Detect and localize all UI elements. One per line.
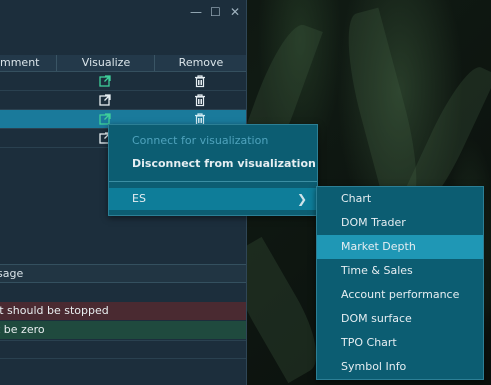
table-row[interactable] — [0, 91, 246, 110]
submenu-item-label: Account performance — [341, 288, 460, 301]
visualization-submenu: Chart DOM Trader Market Depth Time & Sales A… — [316, 186, 484, 380]
log-message-text: It should be stopped — [0, 304, 109, 317]
instrument-submenu-item[interactable]: ES ❯ — [109, 188, 317, 210]
submenu-item-label: Market Depth — [341, 240, 416, 253]
column-message[interactable]: sage — [0, 267, 23, 280]
column-comment[interactable]: mment — [0, 55, 56, 71]
submenu-item-market-depth[interactable]: Market Depth — [317, 235, 483, 259]
trash-icon[interactable] — [193, 93, 207, 107]
close-button[interactable]: ✕ — [230, 6, 240, 18]
submenu-item-label: TPO Chart — [341, 336, 397, 349]
submenu-item-dom-surface[interactable]: DOM surface — [317, 307, 483, 331]
disconnect-from-visualization-item[interactable]: Disconnect from visualization — [109, 153, 317, 175]
trash-icon[interactable] — [193, 74, 207, 88]
external-link-icon[interactable] — [98, 74, 112, 88]
menu-item-label: ES — [132, 192, 146, 205]
row-divider — [0, 358, 246, 359]
log-message: It should be stopped — [0, 302, 246, 320]
submenu-item-label: Time & Sales — [341, 264, 413, 277]
submenu-item-chart[interactable]: Chart — [317, 187, 483, 211]
submenu-item-time-sales[interactable]: Time & Sales — [317, 259, 483, 283]
chevron-right-icon: ❯ — [296, 192, 307, 206]
submenu-item-label: Chart — [341, 192, 372, 205]
log-header: sage — [0, 264, 246, 283]
minimize-button[interactable]: — — [190, 6, 202, 18]
panel-titlebar: — ☐ ✕ — [0, 0, 246, 26]
log-message-text: t be zero — [0, 323, 45, 336]
context-menu: Connect for visualization Disconnect fro… — [108, 124, 318, 216]
external-link-icon[interactable] — [98, 93, 112, 107]
log-message: t be zero — [0, 321, 246, 339]
menu-item-label: Connect for visualization — [132, 134, 269, 147]
column-visualize[interactable]: Visualize — [56, 55, 155, 71]
grid-header: mment Visualize Remove — [0, 55, 246, 72]
maximize-button[interactable]: ☐ — [210, 6, 221, 18]
submenu-item-dom-trader[interactable]: DOM Trader — [317, 211, 483, 235]
submenu-item-symbol-info[interactable]: Symbol Info — [317, 355, 483, 379]
submenu-item-label: DOM surface — [341, 312, 412, 325]
submenu-item-label: Symbol Info — [341, 360, 407, 373]
menu-separator — [109, 181, 317, 182]
submenu-item-label: DOM Trader — [341, 216, 406, 229]
submenu-item-tpo-chart[interactable]: TPO Chart — [317, 331, 483, 355]
connect-for-visualization-item: Connect for visualization — [109, 130, 317, 152]
menu-item-label: Disconnect from visualization — [132, 157, 316, 170]
column-remove[interactable]: Remove — [154, 55, 247, 71]
submenu-item-account-performance[interactable]: Account performance — [317, 283, 483, 307]
row-divider — [0, 340, 246, 341]
table-row[interactable] — [0, 72, 246, 91]
